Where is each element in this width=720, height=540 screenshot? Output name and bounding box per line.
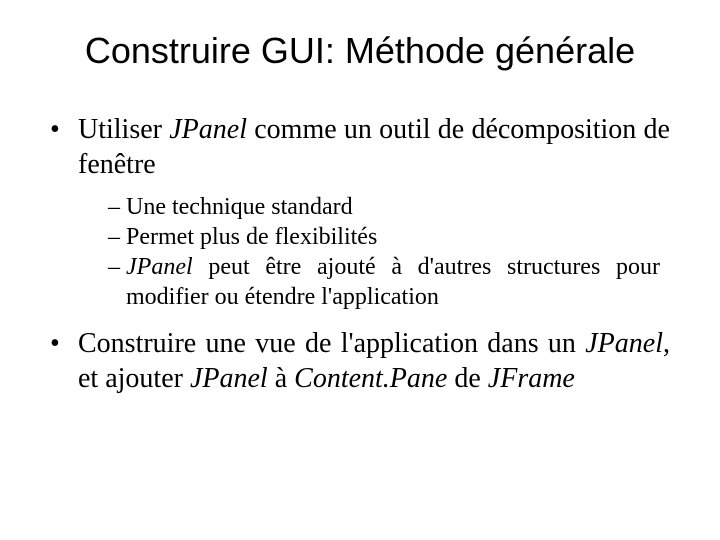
list-item-content: Construire une vue de l'application dans… (78, 326, 670, 396)
text-segment: Content.Pane (294, 363, 447, 394)
text-segment: JFrame (488, 363, 575, 394)
dash-marker: – (108, 222, 126, 252)
sub-list-item-content: Une technique standard (126, 192, 660, 222)
sub-list-item: –Une technique standard (108, 192, 660, 222)
bullet-list: •Utiliser JPanel comme un outil de décom… (40, 112, 680, 396)
text-segment: Construire une vue de l'application dans… (78, 328, 585, 359)
text-segment: JPanel (126, 254, 193, 280)
list-item: •Construire une vue de l'application dan… (50, 326, 670, 396)
text-segment: Une technique standard (126, 194, 353, 220)
text-segment: Utiliser (78, 114, 169, 145)
slide: Construire GUI: Méthode générale •Utilis… (0, 0, 720, 540)
text-segment: Permet plus de flexibilités (126, 224, 377, 250)
text-segment: de (447, 363, 487, 394)
sub-list-item-content: Permet plus de flexibilités (126, 222, 660, 252)
slide-title: Construire GUI: Méthode générale (40, 30, 680, 72)
dash-marker: – (108, 192, 126, 222)
sub-list-item: –Permet plus de flexibilités (108, 222, 660, 252)
sub-list-item-content: JPanel peut être ajouté à d'autres struc… (126, 252, 660, 312)
list-item: •Utiliser JPanel comme un outil de décom… (50, 112, 670, 182)
sub-list: –Une technique standard–Permet plus de f… (50, 192, 670, 312)
text-segment: à (268, 363, 294, 394)
text-segment: peut être ajouté à d'autres structures p… (126, 254, 660, 310)
text-segment: JPanel (585, 328, 663, 359)
text-segment: JPanel (190, 363, 268, 394)
dash-marker: – (108, 252, 126, 312)
sub-list-item: –JPanel peut être ajouté à d'autres stru… (108, 252, 660, 312)
list-item-content: Utiliser JPanel comme un outil de décomp… (78, 112, 670, 182)
text-segment: JPanel (169, 114, 247, 145)
bullet-marker: • (50, 326, 78, 396)
bullet-marker: • (50, 112, 78, 182)
